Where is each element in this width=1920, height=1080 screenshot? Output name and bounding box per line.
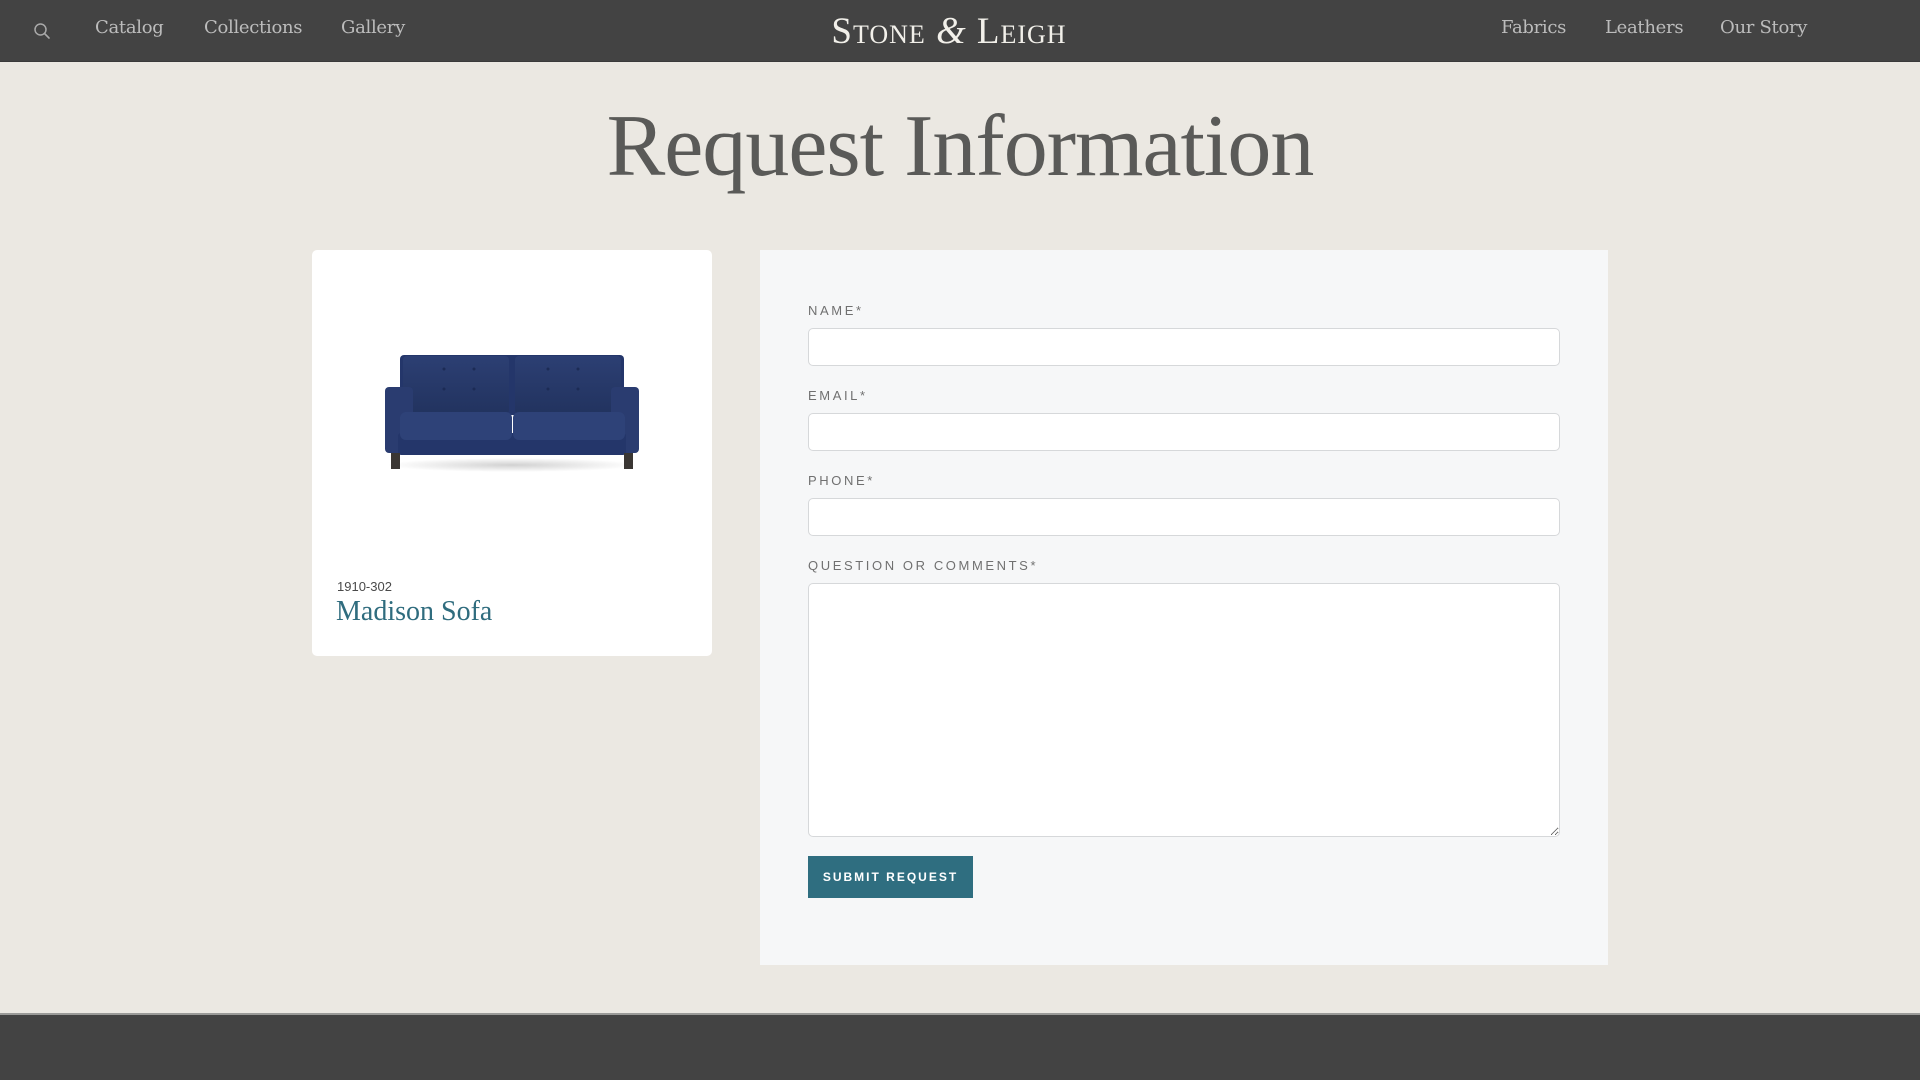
top-navigation: Catalog Collections Gallery Stone & Leig…	[0, 0, 1920, 62]
nav-link-our-story[interactable]: Our Story	[1720, 17, 1807, 38]
name-label: Name*	[808, 303, 864, 318]
comments-field[interactable]	[808, 583, 1560, 837]
product-sku: 1910-302	[337, 579, 392, 594]
email-field[interactable]	[808, 413, 1560, 451]
request-form: Name* Email* Phone* Question or Comments…	[760, 250, 1608, 965]
logo-ampersand: &	[936, 10, 967, 52]
phone-label: Phone*	[808, 473, 875, 488]
page-title: Request Information	[606, 98, 1315, 195]
sofa-image	[385, 355, 639, 472]
logo-word-leigh: Leigh	[976, 11, 1067, 52]
nav-link-catalog[interactable]: Catalog	[95, 17, 164, 38]
nav-link-leathers[interactable]: Leathers	[1605, 17, 1684, 38]
brand-logo[interactable]: Stone & Leigh	[826, 8, 1072, 54]
submit-request-button[interactable]: Submit Request	[808, 856, 973, 898]
comments-label: Question or Comments*	[808, 558, 1039, 573]
product-name[interactable]: Madison Sofa	[336, 596, 492, 628]
footer	[0, 1013, 1920, 1080]
product-card[interactable]: 1910-302 Madison Sofa	[312, 250, 712, 656]
phone-field[interactable]	[808, 498, 1560, 536]
name-field[interactable]	[808, 328, 1560, 366]
nav-link-collections[interactable]: Collections	[204, 17, 303, 38]
nav-link-fabrics[interactable]: Fabrics	[1501, 17, 1566, 38]
email-label: Email*	[808, 388, 868, 403]
nav-link-gallery[interactable]: Gallery	[341, 17, 405, 38]
logo-word-stone: Stone	[831, 11, 926, 52]
search-icon[interactable]	[33, 22, 51, 40]
